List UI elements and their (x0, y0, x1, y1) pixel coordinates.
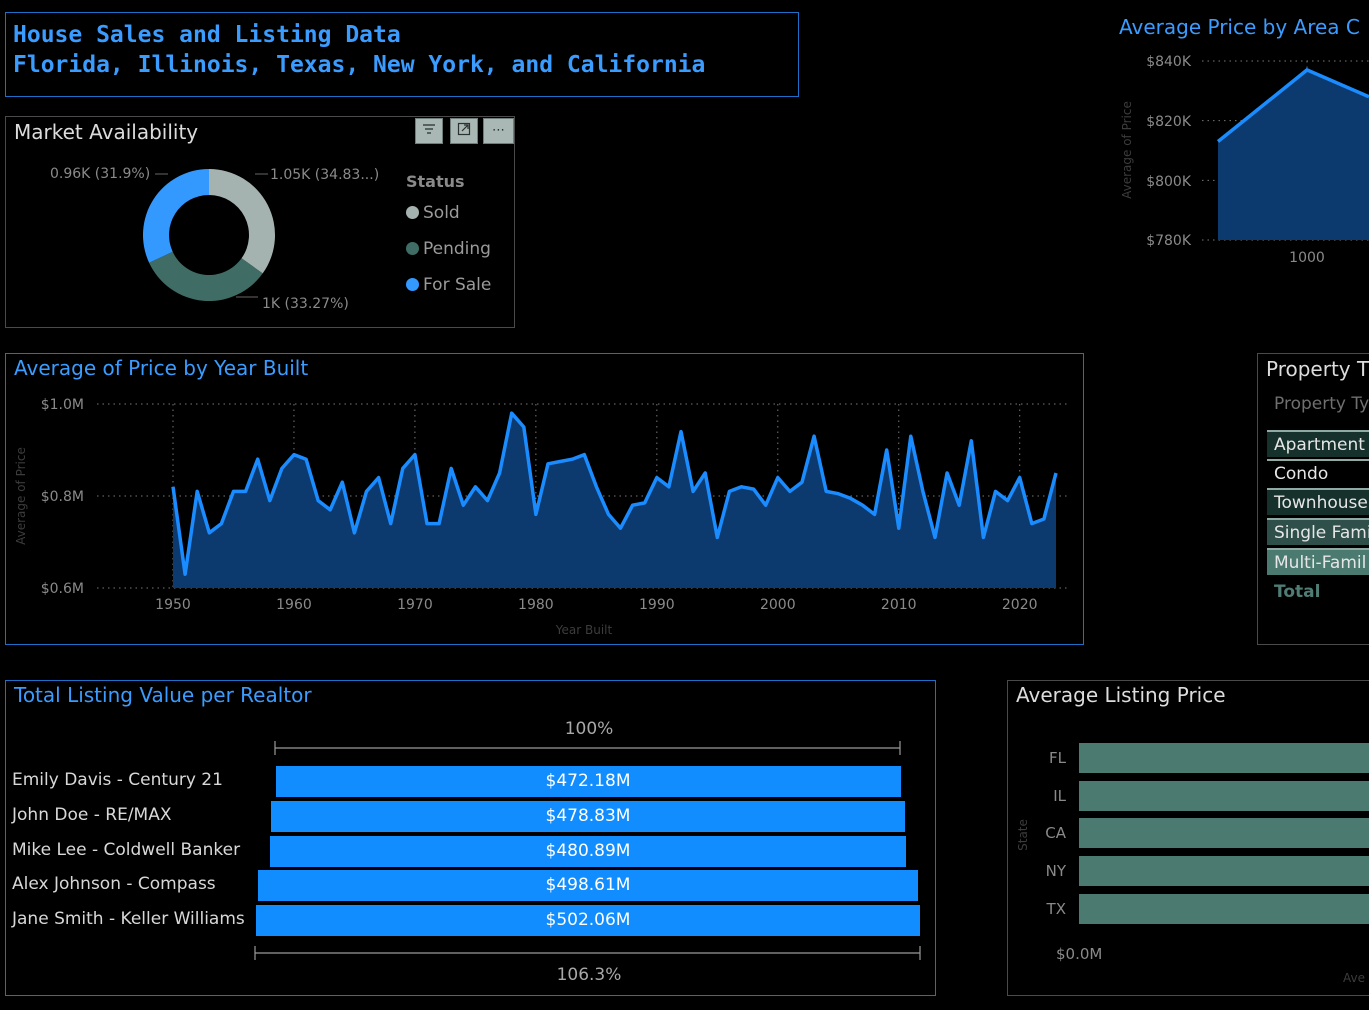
table-row[interactable]: Multi-Famil (1267, 548, 1369, 575)
y-tick-label: $800K (1146, 174, 1192, 190)
realtor-label: John Doe - RE/MAX (12, 805, 172, 825)
state-label: CA (1045, 824, 1066, 842)
x-tick-label: 2020 (1002, 597, 1038, 613)
data-point[interactable] (1052, 469, 1060, 477)
state-label: FL (1049, 749, 1066, 767)
table-row[interactable]: Apartment (1267, 430, 1369, 457)
data-point[interactable] (943, 469, 951, 477)
realtor-label: Alex Johnson - Compass (12, 874, 216, 894)
table-total-label: Total (1274, 582, 1321, 602)
data-point[interactable] (979, 533, 987, 541)
table-row[interactable]: Condo (1267, 459, 1369, 486)
price-by-area-title: Average Price by Area C (1119, 15, 1360, 39)
y-axis-title: State (1016, 819, 1030, 851)
price-by-area-chart: $840K $820K $800K $780K 1000 Average of … (1120, 54, 1369, 266)
data-point[interactable] (1040, 515, 1048, 523)
x-axis-title: Ave (1343, 971, 1365, 985)
state-label: TX (1046, 900, 1066, 918)
data-point[interactable] (1004, 497, 1012, 505)
state-bar[interactable] (1079, 781, 1369, 811)
property-type-column-header[interactable]: Property Ty (1274, 394, 1369, 414)
realtor-bar[interactable]: $478.83M (271, 801, 905, 832)
area-fill (1218, 69, 1369, 240)
realtor-bar[interactable]: $480.89M (269, 836, 907, 867)
avg-listing-title: Average Listing Price (1016, 683, 1226, 707)
state-label: IL (1053, 787, 1066, 805)
realtor-label: Jane Smith - Keller Williams (12, 909, 245, 929)
property-type-title: Property T (1266, 357, 1369, 381)
state-bar[interactable] (1079, 894, 1369, 924)
state-bar[interactable] (1079, 856, 1369, 886)
table-row[interactable]: Townhouse (1267, 488, 1369, 515)
realtor-bar[interactable]: $502.06M (255, 905, 921, 936)
realtor-bar[interactable]: $498.61M (258, 870, 918, 901)
data-point[interactable] (1028, 520, 1036, 528)
realtor-bottom-percent: 106.3% (556, 965, 622, 985)
realtor-bar[interactable]: $472.18M (275, 766, 901, 797)
realtor-label: Emily Davis - Century 21 (12, 770, 223, 790)
table-row[interactable]: Single Fami (1267, 518, 1369, 545)
x-tick-label: 1000 (1289, 250, 1325, 266)
data-point[interactable] (955, 501, 963, 509)
y-tick-label: $780K (1146, 233, 1192, 249)
state-label: NY (1045, 862, 1066, 880)
data-point[interactable] (1016, 474, 1024, 482)
avg-listing-y-axis: State (1016, 819, 1030, 851)
state-bar[interactable] (1079, 743, 1369, 773)
y-tick-label: $840K (1146, 54, 1192, 70)
y-tick-label: $820K (1146, 114, 1192, 130)
data-point[interactable] (992, 487, 1000, 495)
y-axis-title: Average of Price (1120, 101, 1134, 199)
state-bar[interactable] (1079, 818, 1369, 848)
data-point[interactable] (967, 437, 975, 445)
realtor-label: Mike Lee - Coldwell Banker (12, 840, 241, 860)
x-tick-label: $0.0M (1056, 945, 1103, 963)
